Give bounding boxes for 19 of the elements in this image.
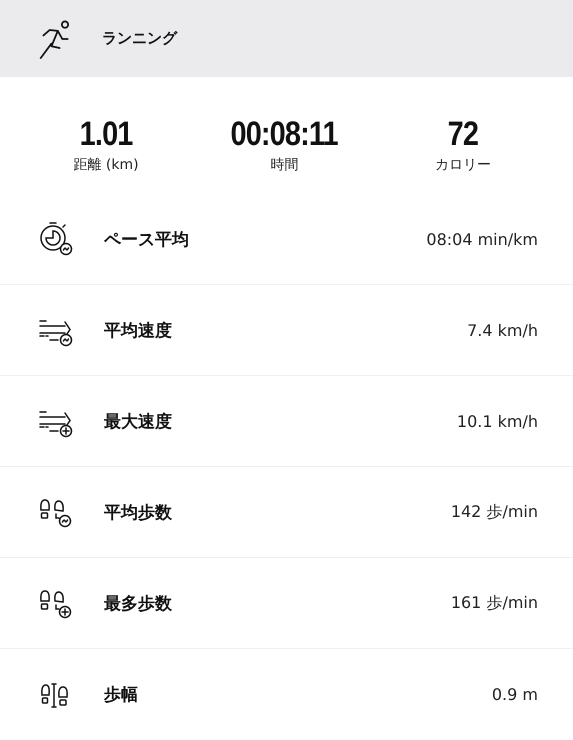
stat-value: 1.01: [80, 115, 132, 153]
metric-value: 142 歩/min: [450, 502, 538, 522]
stat-label: 距離 (km): [73, 156, 139, 174]
metric-label: 歩幅: [104, 684, 139, 706]
stat-label: 時間: [270, 156, 298, 174]
metric-value: 161 歩/min: [450, 592, 538, 614]
metric-label: 最多歩数: [104, 592, 173, 614]
metric-value: 08:04 min/km: [426, 230, 538, 248]
stat-value: 00:08:11: [230, 115, 338, 153]
metric-label: 最大速度: [104, 410, 173, 432]
metric-value: 10.1 km/h: [456, 412, 538, 430]
metric-label: 平均速度: [104, 320, 173, 342]
stat-label: カロリー: [435, 156, 491, 174]
metric-value: 7.4 km/h: [467, 320, 538, 340]
metric-value: 0.9 m: [492, 685, 538, 704]
metric-label: ペース平均: [104, 228, 190, 250]
metric-label: 平均歩数: [104, 502, 173, 524]
stat-value: 72: [448, 115, 478, 153]
activity-title: ランニング: [102, 29, 177, 48]
